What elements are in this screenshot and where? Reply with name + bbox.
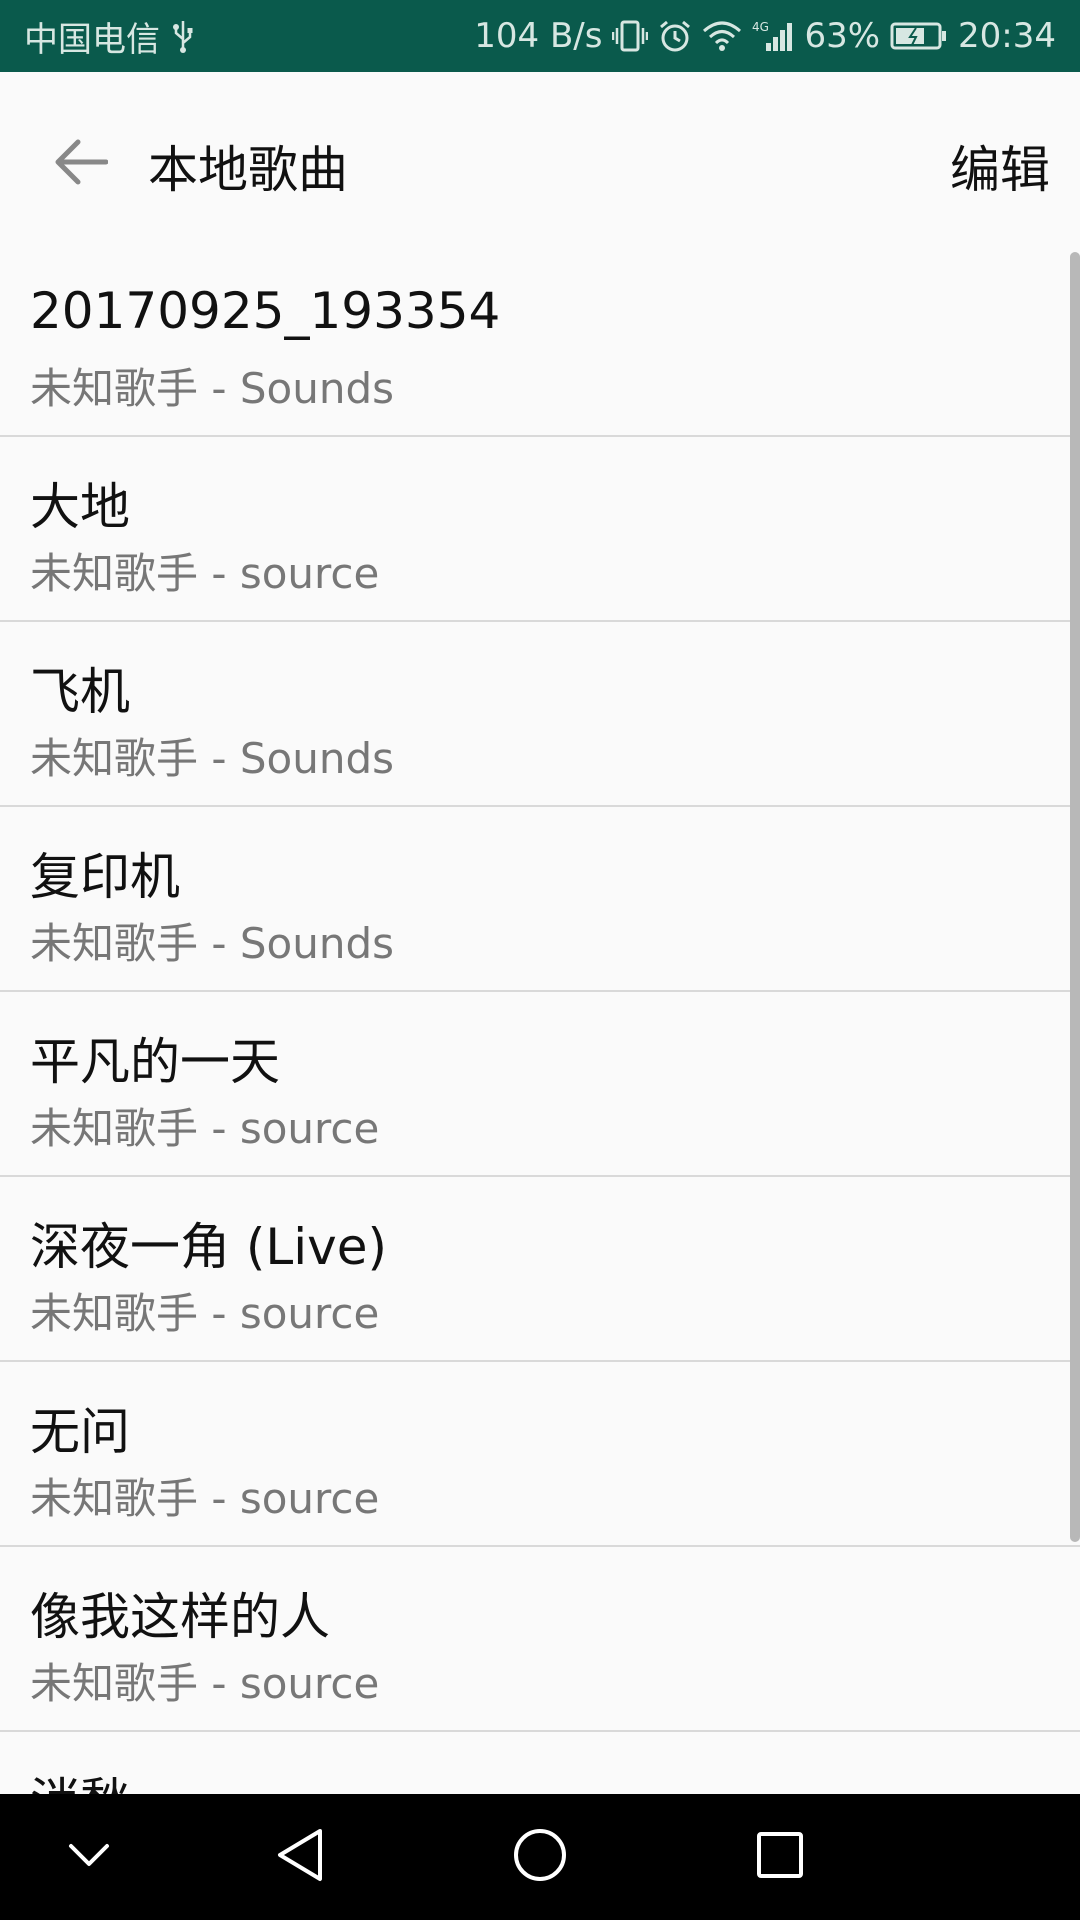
- square-recents-icon: [755, 1830, 805, 1884]
- song-subtitle: 未知歌手 - source: [30, 1474, 380, 1523]
- carrier-name: 中国电信: [24, 19, 160, 60]
- list-item[interactable]: 平凡的一天 未知歌手 - source: [0, 992, 1080, 1177]
- song-subtitle: 未知歌手 - Sounds: [30, 364, 394, 413]
- app-bar: 本地歌曲 编辑: [0, 72, 1080, 252]
- battery-icon: [890, 21, 948, 51]
- song-list[interactable]: 20170925_193354 未知歌手 - Sounds 大地 未知歌手 - …: [0, 252, 1080, 1794]
- list-item[interactable]: 飞机 未知歌手 - Sounds: [0, 622, 1080, 807]
- song-title: 飞机: [30, 663, 130, 721]
- song-subtitle: 未知歌手 - source: [30, 1289, 380, 1338]
- song-title: 无问: [30, 1403, 130, 1461]
- signal-4g-icon: 4G: [752, 19, 794, 53]
- song-title: 大地: [30, 478, 130, 536]
- list-item[interactable]: 大地 未知歌手 - source: [0, 437, 1080, 622]
- alarm-icon: [658, 19, 692, 53]
- usb-icon: [172, 19, 194, 53]
- scrollbar[interactable]: [1070, 252, 1080, 1542]
- song-title: 20170925_193354: [30, 282, 501, 340]
- app-root: 中国电信 104 B/s 4G 63% 20:34 本地歌曲 编辑 201709…: [0, 0, 1080, 1920]
- status-bar: 中国电信 104 B/s 4G 63% 20:34: [0, 0, 1080, 72]
- list-item[interactable]: 消愁: [0, 1732, 1080, 1794]
- network-type-label: 4G: [752, 20, 769, 34]
- edit-button[interactable]: 编辑: [950, 130, 1050, 202]
- circle-home-icon: [512, 1827, 568, 1887]
- chevron-down-icon: [67, 1840, 111, 1874]
- list-item[interactable]: 20170925_193354 未知歌手 - Sounds: [0, 252, 1080, 437]
- list-item[interactable]: 深夜一角 (Live) 未知歌手 - source: [0, 1177, 1080, 1362]
- nav-recents-button[interactable]: [743, 1820, 817, 1894]
- triangle-back-icon: [274, 1827, 326, 1887]
- status-left: 中国电信: [24, 12, 194, 61]
- song-subtitle: 未知歌手 - source: [30, 1659, 380, 1708]
- status-right: 104 B/s 4G 63% 20:34: [474, 16, 1056, 56]
- song-title: 深夜一角 (Live): [30, 1218, 388, 1276]
- navigation-bar: [0, 1794, 1080, 1920]
- song-title: 消愁: [30, 1762, 130, 1794]
- list-item[interactable]: 无问 未知歌手 - source: [0, 1362, 1080, 1547]
- nav-collapse-button[interactable]: [52, 1820, 126, 1894]
- vibrate-icon: [612, 19, 649, 53]
- clock: 20:34: [958, 16, 1056, 56]
- arrow-left-icon: [52, 138, 109, 190]
- nav-back-button[interactable]: [263, 1820, 337, 1894]
- wifi-icon: [702, 19, 742, 53]
- list-item[interactable]: 复印机 未知歌手 - Sounds: [0, 807, 1080, 992]
- page-title: 本地歌曲: [148, 141, 348, 199]
- song-subtitle: 未知歌手 - source: [30, 1104, 380, 1153]
- song-subtitle: 未知歌手 - Sounds: [30, 919, 394, 968]
- network-speed: 104 B/s: [474, 16, 603, 56]
- nav-home-button[interactable]: [503, 1820, 577, 1894]
- song-subtitle: 未知歌手 - source: [30, 549, 380, 598]
- song-title: 复印机: [30, 848, 180, 906]
- song-title: 平凡的一天: [30, 1033, 280, 1091]
- battery-percent: 63%: [804, 16, 881, 56]
- song-title: 像我这样的人: [30, 1588, 330, 1646]
- back-button[interactable]: [48, 132, 112, 196]
- song-subtitle: 未知歌手 - Sounds: [30, 734, 394, 783]
- list-item[interactable]: 像我这样的人 未知歌手 - source: [0, 1547, 1080, 1732]
